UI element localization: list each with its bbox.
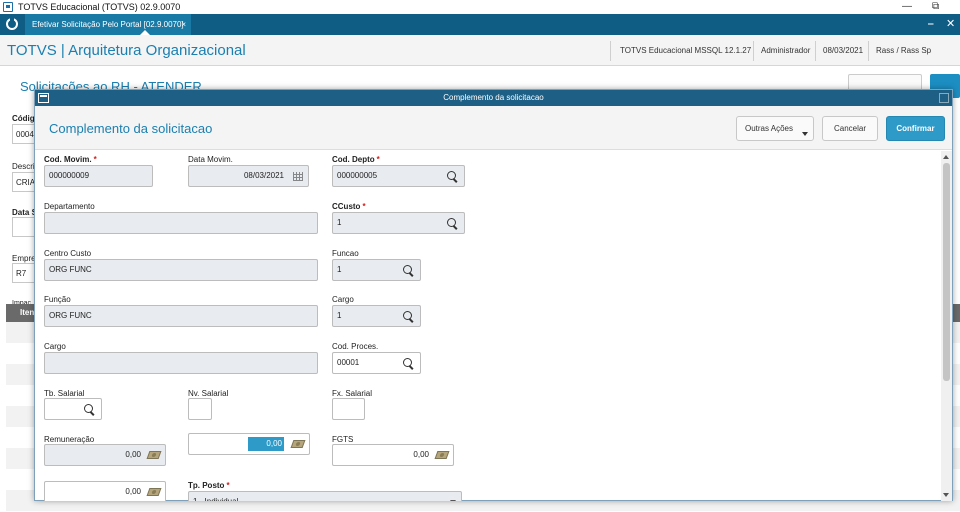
restore-icon[interactable]: ⧉ bbox=[932, 0, 939, 14]
departamento-input[interactable] bbox=[44, 212, 318, 234]
outras-acoes-label: Outras Ações bbox=[744, 124, 794, 133]
complemento-dialog: Complemento da solicitacao Complemento d… bbox=[34, 89, 953, 501]
scroll-up-icon[interactable] bbox=[943, 155, 949, 159]
cargo-desc-label: Cargo bbox=[44, 342, 66, 351]
minimize-app-icon[interactable]: ⎯ bbox=[928, 14, 934, 35]
dialog-scrollbar[interactable] bbox=[941, 151, 952, 501]
tab-label: Efetivar Solicitação Pelo Portal [02.9.0… bbox=[32, 20, 184, 29]
calendar-icon[interactable] bbox=[293, 172, 303, 181]
dialog-title-bar: Complemento da solicitacao bbox=[35, 90, 952, 106]
cod-movim-label: Cod. Movim. * bbox=[44, 155, 97, 164]
cod-movim-input[interactable]: 000000009 bbox=[44, 165, 153, 187]
scroll-down-icon[interactable] bbox=[943, 493, 949, 497]
nv-salarial-label: Nv. Salarial bbox=[188, 389, 229, 398]
date-label: 08/03/2021 bbox=[823, 46, 864, 55]
centro-custo-input[interactable]: ORG FUNC bbox=[44, 259, 318, 281]
outras-acoes-button[interactable]: Outras Ações bbox=[736, 116, 814, 141]
tb-salarial-input[interactable] bbox=[44, 398, 102, 420]
app-title: TOTVS | Arquitetura Organizacional bbox=[7, 42, 246, 59]
search-icon[interactable] bbox=[447, 171, 456, 180]
funcao-desc-input[interactable]: ORG FUNC bbox=[44, 305, 318, 327]
header-divider bbox=[815, 41, 816, 61]
fgts-input[interactable]: 0,00 bbox=[332, 444, 454, 466]
user-label: Administrador bbox=[761, 46, 811, 55]
tp-posto-select[interactable]: 1 - Individual bbox=[188, 491, 462, 501]
search-icon[interactable] bbox=[403, 265, 412, 274]
home-icon[interactable] bbox=[6, 18, 18, 30]
window-title-bar: TOTVS Educacional (TOTVS) 02.9.0070 — ⧉ bbox=[0, 0, 960, 14]
chevron-down-icon bbox=[450, 500, 456, 501]
cod-proces-label: Cod. Proces. bbox=[332, 342, 379, 351]
cod-depto-label: Cod. Depto * bbox=[332, 155, 380, 164]
tb-salarial-label: Tb. Salarial bbox=[44, 389, 85, 398]
dialog-window-icon bbox=[38, 93, 49, 103]
nv-salarial-input[interactable] bbox=[188, 398, 212, 420]
header-divider bbox=[753, 41, 754, 61]
tab-bar: Efetivar Solicitação Pelo Portal [02.9.0… bbox=[0, 14, 960, 35]
dialog-heading: Complemento da solicitacao bbox=[49, 121, 213, 136]
minimize-icon[interactable]: — bbox=[902, 0, 912, 14]
cargo-desc-input[interactable] bbox=[44, 352, 318, 374]
cod-proces-input[interactable]: 00001 bbox=[332, 352, 421, 374]
app-header: TOTVS | Arquitetura Organizacional TOTVS… bbox=[0, 35, 960, 66]
tp-posto-label: Tp. Posto * bbox=[188, 481, 230, 490]
ccusto-label: CCusto * bbox=[332, 202, 366, 211]
confirmar-button[interactable]: Confirmar bbox=[886, 116, 945, 141]
dialog-window-title: Complemento da solicitacao bbox=[443, 93, 544, 102]
funcao-code-input[interactable]: 1 bbox=[332, 259, 421, 281]
funcao-code-label: Funcao bbox=[332, 249, 359, 258]
branch-label: Rass / Rass Sp bbox=[876, 46, 932, 55]
fx-salarial-label: Fx. Salarial bbox=[332, 389, 373, 398]
chevron-down-icon bbox=[802, 132, 808, 136]
tab-close-icon[interactable]: × bbox=[181, 14, 186, 35]
window-title: TOTVS Educacional (TOTVS) 02.9.0070 bbox=[18, 2, 181, 12]
descricao-label: Descri bbox=[12, 162, 35, 171]
centro-custo-label: Centro Custo bbox=[44, 249, 92, 258]
fgts-label: FGTS bbox=[332, 435, 354, 444]
search-icon[interactable] bbox=[84, 404, 93, 413]
search-icon[interactable] bbox=[447, 218, 456, 227]
dialog-header: Complemento da solicitacao Outras Ações … bbox=[35, 106, 952, 150]
close-app-icon[interactable]: ✕ bbox=[946, 14, 955, 35]
codigo-label: Códig bbox=[12, 114, 35, 123]
remuneracao-label: Remuneração bbox=[44, 435, 95, 444]
cargo-code-input[interactable]: 1 bbox=[332, 305, 421, 327]
money-icon[interactable] bbox=[146, 488, 162, 496]
dialog-form: Cod. Movim. * 000000009 Data Movim. 08/03… bbox=[35, 151, 940, 501]
cargo-code-label: Cargo bbox=[332, 295, 354, 304]
tab-efetivar-solicitacao[interactable]: Efetivar Solicitação Pelo Portal [02.9.0… bbox=[25, 14, 191, 35]
dialog-close-icon[interactable] bbox=[939, 93, 949, 103]
search-icon[interactable] bbox=[403, 311, 412, 320]
extra-value-input[interactable]: 0,00 bbox=[44, 481, 166, 501]
money-icon[interactable] bbox=[434, 451, 450, 459]
header-divider bbox=[610, 41, 611, 61]
funcao-desc-label: Função bbox=[44, 295, 71, 304]
fx-salarial-input[interactable] bbox=[332, 398, 365, 420]
remuneracao-extra-input[interactable]: 0,00 bbox=[188, 433, 310, 455]
cod-depto-input[interactable]: 000000005 bbox=[332, 165, 465, 187]
departamento-label: Departamento bbox=[44, 202, 95, 211]
environment-label: TOTVS Educacional MSSQL 12.1.27 bbox=[620, 46, 752, 55]
money-icon[interactable] bbox=[146, 451, 162, 459]
search-icon[interactable] bbox=[403, 358, 412, 367]
data-movim-label: Data Movim. bbox=[188, 155, 233, 164]
remuneracao-input[interactable]: 0,00 bbox=[44, 444, 166, 466]
app-icon bbox=[3, 2, 13, 12]
header-divider bbox=[868, 41, 869, 61]
cancelar-button[interactable]: Cancelar bbox=[822, 116, 878, 141]
scrollbar-thumb[interactable] bbox=[943, 163, 950, 381]
money-icon[interactable] bbox=[290, 440, 306, 448]
empresa-label: Empre bbox=[12, 254, 36, 263]
data-movim-input[interactable]: 08/03/2021 bbox=[188, 165, 309, 187]
ccusto-input[interactable]: 1 bbox=[332, 212, 465, 234]
items-label: Iten bbox=[20, 308, 35, 317]
